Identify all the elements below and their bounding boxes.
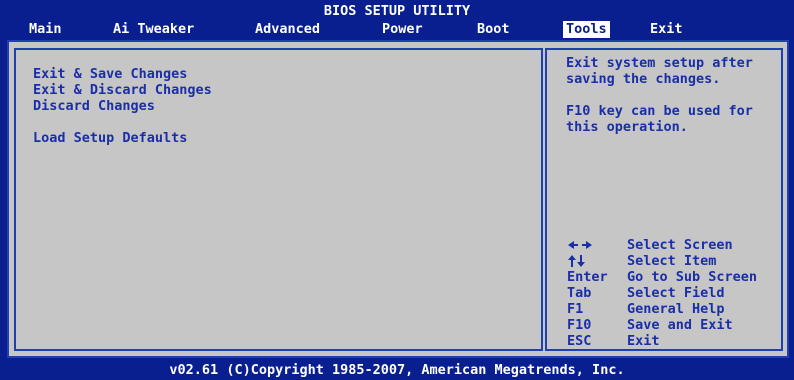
load-setup-defaults-item[interactable]: Load Setup Defaults — [33, 130, 187, 146]
key-help-desc: Select Item — [627, 253, 717, 269]
key-help-desc: Go to Sub Screen — [627, 269, 758, 285]
tab-boot[interactable]: Boot — [474, 21, 513, 38]
left-right-arrows-icon — [567, 237, 625, 253]
tab-ai-tweaker[interactable]: Ai Tweaker — [110, 21, 197, 38]
up-down-arrows-icon — [567, 253, 625, 269]
key-help-desc: Exit — [627, 333, 660, 349]
key-help-desc: Select Screen — [627, 237, 733, 253]
discard-changes-item[interactable]: Discard Changes — [33, 98, 155, 114]
key-help-desc: Select Field — [627, 285, 725, 301]
key-help-key: Enter — [567, 269, 608, 285]
tab-bar: Main Ai Tweaker Advanced Power Boot Tool… — [0, 18, 794, 40]
tab-advanced[interactable]: Advanced — [252, 21, 323, 38]
bios-screen: BIOS SETUP UTILITY Main Ai Tweaker Advan… — [0, 0, 794, 380]
key-help-key: F10 — [567, 317, 592, 333]
copyright-footer: v02.61 (C)Copyright 1985-2007, American … — [169, 362, 625, 378]
key-help-key: ESC — [567, 333, 592, 349]
help-text-line: F10 key can be used for — [566, 103, 753, 119]
key-help-desc: Save and Exit — [627, 317, 733, 333]
tab-main[interactable]: Main — [26, 21, 65, 38]
bios-title: BIOS SETUP UTILITY — [323, 3, 471, 19]
tab-power[interactable]: Power — [379, 21, 426, 38]
key-help-desc: General Help — [627, 301, 725, 317]
exit-save-changes-item[interactable]: Exit & Save Changes — [33, 66, 187, 82]
tab-tools[interactable]: Tools — [563, 21, 610, 38]
help-text-line: Exit system setup after — [566, 55, 753, 71]
exit-discard-changes-item[interactable]: Exit & Discard Changes — [33, 82, 212, 98]
tab-exit[interactable]: Exit — [647, 21, 686, 38]
help-text-line: saving the changes. — [566, 71, 721, 87]
key-help-key: F1 — [567, 301, 584, 317]
key-help-key: Tab — [567, 285, 592, 301]
help-text-line: this operation. — [566, 119, 688, 135]
